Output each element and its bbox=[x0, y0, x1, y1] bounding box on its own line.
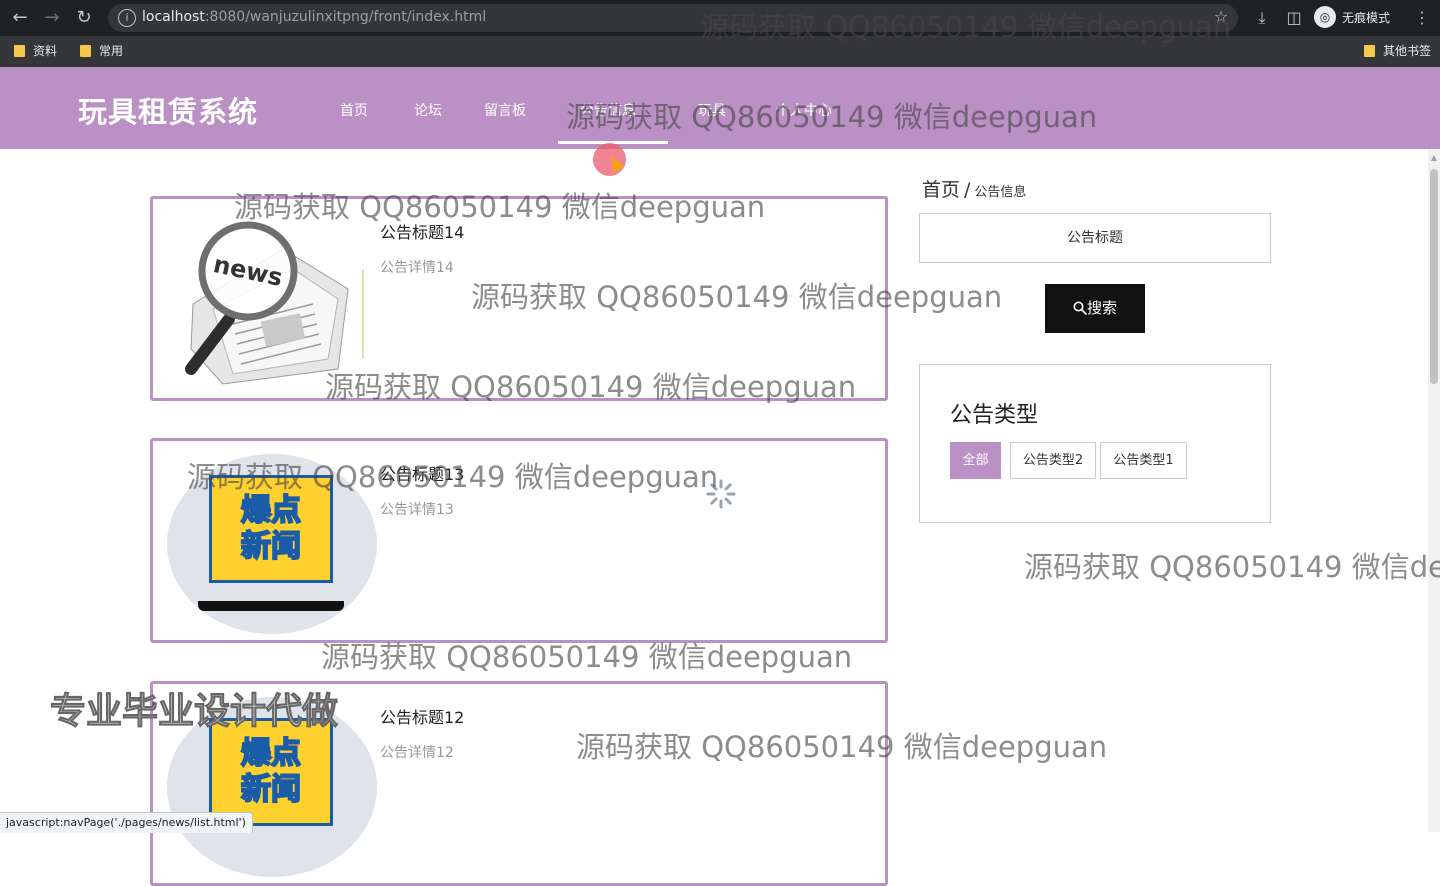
site-info-icon[interactable]: i bbox=[118, 9, 136, 27]
url-host: localhost bbox=[142, 9, 205, 25]
card-title[interactable]: 公告标题12 bbox=[380, 704, 464, 728]
incognito-icon: ◎ bbox=[1314, 6, 1336, 28]
bookmark-label: 资料 bbox=[33, 44, 58, 58]
watermark-text: 源码获取 QQ86050149 微信deepguan bbox=[1024, 550, 1440, 584]
promo-overlay-text: 专业毕业设计代做 bbox=[49, 691, 339, 733]
news-badge-text: 爆点 新闻 bbox=[240, 735, 302, 808]
breadcrumb-separator: / bbox=[964, 179, 971, 201]
breadcrumb-home[interactable]: 首页 bbox=[922, 179, 960, 201]
url-path: :8080/wanjuzulinxitpng/front/index.html bbox=[204, 9, 487, 25]
scroll-up-icon[interactable]: ▲ bbox=[1428, 153, 1440, 163]
announcement-type-filter: 公告类型 全部 公告类型2 公告类型1 bbox=[919, 364, 1271, 523]
site-title[interactable]: 玩具租赁系统 bbox=[78, 89, 258, 131]
bookmark-folder-other[interactable]: 其他书签 bbox=[1364, 42, 1431, 59]
link-status-bar: javascript:navPage('./pages/news/list.ht… bbox=[0, 812, 253, 833]
url-text[interactable]: localhost:8080/wanjuzulinxitpng/front/in… bbox=[142, 9, 486, 25]
card-description: 公告详情12 bbox=[380, 745, 454, 761]
type-heading: 公告类型 bbox=[950, 403, 1039, 428]
menu-dots-icon[interactable]: ⋮ bbox=[1410, 6, 1434, 30]
breadcrumb-current: 公告信息 bbox=[974, 185, 1027, 200]
bookmark-label: 其他书签 bbox=[1383, 44, 1432, 58]
news-badge-text: 爆点 新闻 bbox=[240, 492, 302, 565]
folder-icon bbox=[80, 44, 91, 57]
type-chip-all[interactable]: 全部 bbox=[950, 442, 1001, 479]
breadcrumb: 首页 / 公告信息 bbox=[922, 175, 1026, 202]
search-input[interactable]: 公告标题 bbox=[919, 213, 1271, 263]
nav-forum[interactable]: 论坛 bbox=[414, 100, 442, 120]
sidepanel-icon[interactable]: ◫ bbox=[1282, 6, 1306, 30]
bookmark-label: 常用 bbox=[99, 44, 124, 58]
forward-arrow-icon[interactable]: → bbox=[40, 6, 64, 30]
address-bar[interactable]: i localhost:8080/wanjuzulinxitpng/front/… bbox=[108, 4, 1238, 32]
card-title[interactable]: 公告标题13 bbox=[380, 461, 464, 485]
reload-icon[interactable]: ↻ bbox=[72, 6, 96, 30]
incognito-label: 无痕模式 bbox=[1342, 10, 1391, 25]
news-badge: 爆点 新闻 bbox=[209, 475, 333, 583]
search-icon bbox=[1073, 301, 1087, 315]
type-chip-1[interactable]: 公告类型1 bbox=[1100, 442, 1187, 479]
page-scrollbar[interactable]: ▲ bbox=[1428, 149, 1440, 832]
nav-announcements[interactable]: 公告信息 bbox=[580, 100, 636, 120]
back-arrow-icon[interactable]: ← bbox=[8, 6, 32, 30]
loading-spinner-icon bbox=[706, 479, 736, 509]
nav-home[interactable]: 首页 bbox=[340, 100, 368, 120]
bookmark-folder-changyong[interactable]: 常用 bbox=[80, 42, 123, 59]
search-button[interactable]: 搜索 bbox=[1045, 284, 1145, 333]
folder-icon bbox=[14, 44, 25, 57]
bookmark-star-icon[interactable]: ☆ bbox=[1210, 6, 1232, 28]
scrollbar-thumb[interactable] bbox=[1430, 169, 1438, 384]
image-stand bbox=[198, 601, 344, 611]
news-magnifier-image: news bbox=[163, 209, 378, 394]
bookmark-folder-ziliao[interactable]: 资料 bbox=[14, 42, 57, 59]
folder-icon bbox=[1364, 44, 1375, 57]
card-title[interactable]: 公告标题14 bbox=[380, 219, 464, 243]
browser-toolbar: ← → ↻ i localhost:8080/wanjuzulinxitpng/… bbox=[0, 0, 1440, 36]
card-description: 公告详情13 bbox=[380, 502, 454, 518]
announcement-card[interactable]: news 公告标题14 公告详情14 bbox=[150, 196, 888, 401]
search-button-label: 搜索 bbox=[1086, 299, 1117, 317]
card-description: 公告详情14 bbox=[380, 260, 454, 276]
download-icon[interactable]: ⤓ bbox=[1250, 6, 1274, 30]
incognito-indicator[interactable]: ◎ 无痕模式 bbox=[1314, 4, 1390, 30]
nav-toys[interactable]: 玩具 bbox=[698, 100, 726, 120]
type-chip-2[interactable]: 公告类型2 bbox=[1010, 442, 1096, 479]
nav-message-board[interactable]: 留言板 bbox=[484, 100, 526, 120]
announcement-card[interactable]: 爆点 新闻 公告标题13 公告详情13 bbox=[150, 438, 888, 643]
nav-personal-center[interactable]: 个人中心 bbox=[776, 100, 832, 120]
bookmarks-bar: 资料 常用 其他书签 bbox=[0, 36, 1440, 67]
site-header: 玩具租赁系统 首页 论坛 留言板 公告信息 玩具 个人中心 bbox=[0, 67, 1440, 149]
news-badge: 爆点 新闻 bbox=[209, 718, 333, 826]
breaking-news-image: 爆点 新闻 bbox=[163, 451, 378, 636]
